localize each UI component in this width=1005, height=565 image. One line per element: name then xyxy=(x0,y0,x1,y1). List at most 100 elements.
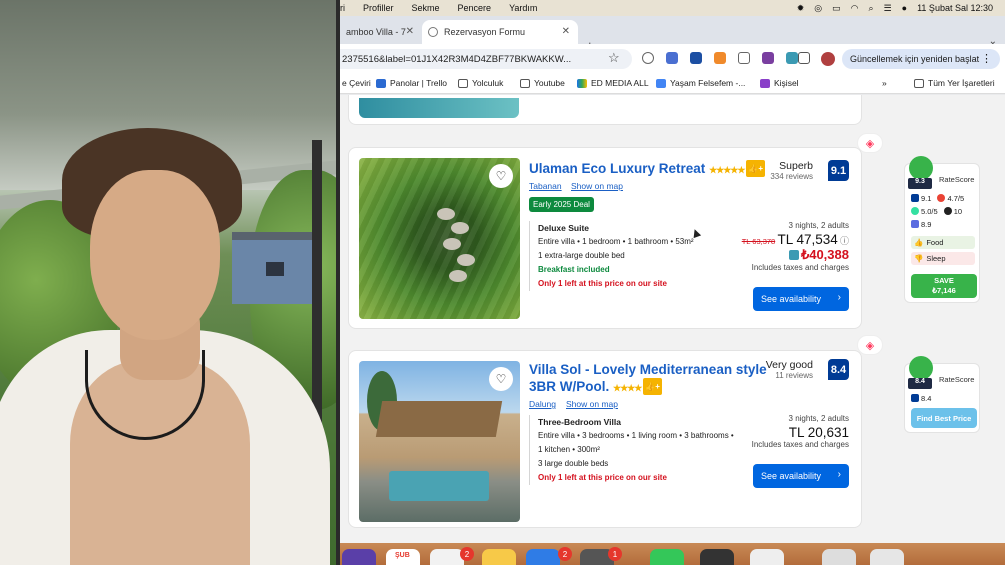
notes-icon[interactable] xyxy=(482,549,516,565)
folder-icon xyxy=(520,78,530,88)
tab-bamboo-villa[interactable]: amboo Villa - 7 ✕ xyxy=(340,20,422,44)
menubar-datetime[interactable]: 11 Şubat Sal 12:30 xyxy=(917,3,993,13)
update-restart-button[interactable]: Güncellemek için yeniden başlat ⋮ xyxy=(842,49,1000,69)
review-summary[interactable]: Superb 334 reviews xyxy=(770,160,813,181)
creative-cloud-icon[interactable]: ◎ xyxy=(814,3,822,14)
close-icon[interactable]: ✕ xyxy=(562,26,570,37)
bookmark-trello[interactable]: Panolar | Trello xyxy=(376,78,447,88)
food-tag: 👍 Food xyxy=(911,236,975,249)
old-price: TL 63,378 xyxy=(741,237,776,246)
more-icon[interactable]: ⋮ xyxy=(981,52,992,65)
stay-info: 3 nights, 2 adults xyxy=(788,414,849,423)
extension-icon[interactable] xyxy=(786,52,798,64)
search-results-page: ◈ ♡ Ulaman Eco Luxury Retreat ★★★★★ 👍+ Ta… xyxy=(340,95,1005,543)
taxes-note: Includes taxes and charges xyxy=(751,263,849,272)
listing-title[interactable]: Ulaman Eco Luxury Retreat ★★★★★ 👍+ xyxy=(529,160,766,179)
current-price: TL 20,631 xyxy=(788,425,849,440)
gear-icon[interactable]: ✹ xyxy=(797,3,805,14)
ratescore-panel: 8.4 RateScore 8.4 Find Best Price xyxy=(904,356,980,433)
tab-label: Rezervasyon Formu xyxy=(444,27,526,37)
stay-info: 3 nights, 2 adults xyxy=(788,221,849,230)
alt-price: ₺40,388 xyxy=(800,247,849,262)
url-field[interactable]: 2375516&label=01J1X42R3M4D4ZBF77BKWAKKW.… xyxy=(340,49,632,69)
metamask-icon[interactable] xyxy=(714,52,726,64)
menu-item[interactable]: ri xyxy=(340,3,345,13)
extension-icon[interactable] xyxy=(690,52,702,64)
info-icon[interactable]: ⓘ xyxy=(840,236,849,246)
bookmark-youtube[interactable]: Youtube xyxy=(520,78,565,88)
documents-icon[interactable] xyxy=(822,549,856,565)
final-cut-icon[interactable] xyxy=(700,549,734,565)
bookmark-yolculuk[interactable]: Yolculuk xyxy=(458,78,503,88)
control-center-icon[interactable]: ☰ xyxy=(884,3,892,14)
listing-photo[interactable]: ♡ xyxy=(359,158,520,319)
close-icon[interactable]: ✕ xyxy=(406,26,414,37)
listing-photo[interactable] xyxy=(359,98,519,118)
mac-menubar: ri Profiller Sekme Pencere Yardım ✹ ◎ ▭ … xyxy=(340,0,1005,16)
find-best-price-button[interactable]: Find Best Price xyxy=(911,408,977,428)
extension-icon[interactable] xyxy=(666,52,678,64)
show-on-map-link[interactable]: Show on map xyxy=(571,181,623,191)
whatsapp-icon[interactable] xyxy=(650,549,684,565)
puzzle-icon[interactable] xyxy=(798,52,810,64)
taxes-note: Includes taxes and charges xyxy=(751,440,849,449)
menu-profiles[interactable]: Profiller xyxy=(363,3,394,13)
notification-badge: 2 xyxy=(460,547,474,561)
avatar[interactable] xyxy=(821,52,835,66)
google-icon xyxy=(937,194,946,202)
bookmark-all[interactable]: Tüm Yer İşaretleri xyxy=(914,78,995,88)
review-count: 11 reviews xyxy=(775,371,813,380)
score-word: Very good xyxy=(765,359,813,371)
bookmark-yasam[interactable]: Yaşam Felsefem -... xyxy=(656,78,745,88)
trash-icon[interactable] xyxy=(870,549,904,565)
heart-icon[interactable]: ♡ xyxy=(489,164,513,188)
extension-icon[interactable] xyxy=(762,52,774,64)
listing-photo[interactable]: ♡ xyxy=(359,361,520,522)
dock-app-icon[interactable] xyxy=(526,549,560,565)
menu-window[interactable]: Pencere xyxy=(458,3,492,13)
dock-app-icon[interactable] xyxy=(342,549,376,565)
listing-card: ♡ Villa Sol - Lovely Mediterranean style… xyxy=(348,350,862,528)
wifi-icon[interactable]: ◠ xyxy=(851,3,859,14)
booking-score: 8.4 xyxy=(911,394,931,403)
bookmark-ed-media[interactable]: ED MEDIA ALL xyxy=(577,78,649,88)
more-bookmarks-icon[interactable]: » xyxy=(882,78,887,88)
see-availability-button[interactable]: See availability › xyxy=(753,464,849,488)
ratescore-value: 8.4 xyxy=(908,378,932,389)
menu-tab[interactable]: Sekme xyxy=(412,3,440,13)
review-summary[interactable]: Very good 11 reviews xyxy=(766,359,813,380)
adblock-extension-icon[interactable] xyxy=(642,52,654,64)
notification-badge: 2 xyxy=(558,547,572,561)
ratescore-panel: 9.3 RateScore 9.1 4.7/5 5.0/5 10 8.9 👍 Fo… xyxy=(904,156,980,303)
heart-icon[interactable]: ♡ xyxy=(489,367,513,391)
airbnb-icon[interactable]: ◈ xyxy=(857,335,883,355)
review-score-badge[interactable]: 8.4 xyxy=(828,359,849,380)
menu-help[interactable]: Yardım xyxy=(509,3,537,13)
listing-location[interactable]: Tabanan xyxy=(529,181,562,191)
review-score-badge[interactable]: 9.1 xyxy=(828,160,849,181)
save-button[interactable]: SAVE ₺7,146 xyxy=(911,274,977,298)
ratescore-mascot-icon xyxy=(909,156,933,180)
listing-title[interactable]: Villa Sol - Lovely Mediterranean style 3… xyxy=(529,361,767,397)
listing-card: ♡ Ulaman Eco Luxury Retreat ★★★★★ 👍+ Taba… xyxy=(348,147,862,329)
google-score: 4.7/5 xyxy=(937,194,964,203)
show-on-map-link[interactable]: Show on map xyxy=(566,399,618,409)
agoda-icon xyxy=(911,220,919,228)
bookmark-kisisel[interactable]: Kişisel xyxy=(760,78,799,88)
dock-app-icon[interactable] xyxy=(430,549,464,565)
room-details: Deluxe Suite Entire villa • 1 bedroom • … xyxy=(529,221,694,291)
current-price: TL 47,534 xyxy=(777,232,838,247)
thumbs-up-icon: 👍+ xyxy=(746,160,766,177)
battery-icon[interactable]: ▭ xyxy=(832,3,841,14)
extension-icon[interactable] xyxy=(738,52,750,64)
dock-app-icon[interactable] xyxy=(750,549,784,565)
globe-icon xyxy=(428,27,438,37)
listing-location[interactable]: Dalung xyxy=(529,399,556,409)
bookmark-star-icon[interactable]: ☆ xyxy=(608,50,620,66)
search-icon[interactable]: ⌕ xyxy=(869,3,874,14)
chevron-right-icon: › xyxy=(837,469,841,480)
bookmark-translate[interactable]: e Çeviri xyxy=(342,78,371,88)
see-availability-button[interactable]: See availability › xyxy=(753,287,849,311)
siri-icon[interactable]: ● xyxy=(902,3,907,13)
tab-rezervasyon[interactable]: Rezervasyon Formu ✕ xyxy=(422,20,578,44)
